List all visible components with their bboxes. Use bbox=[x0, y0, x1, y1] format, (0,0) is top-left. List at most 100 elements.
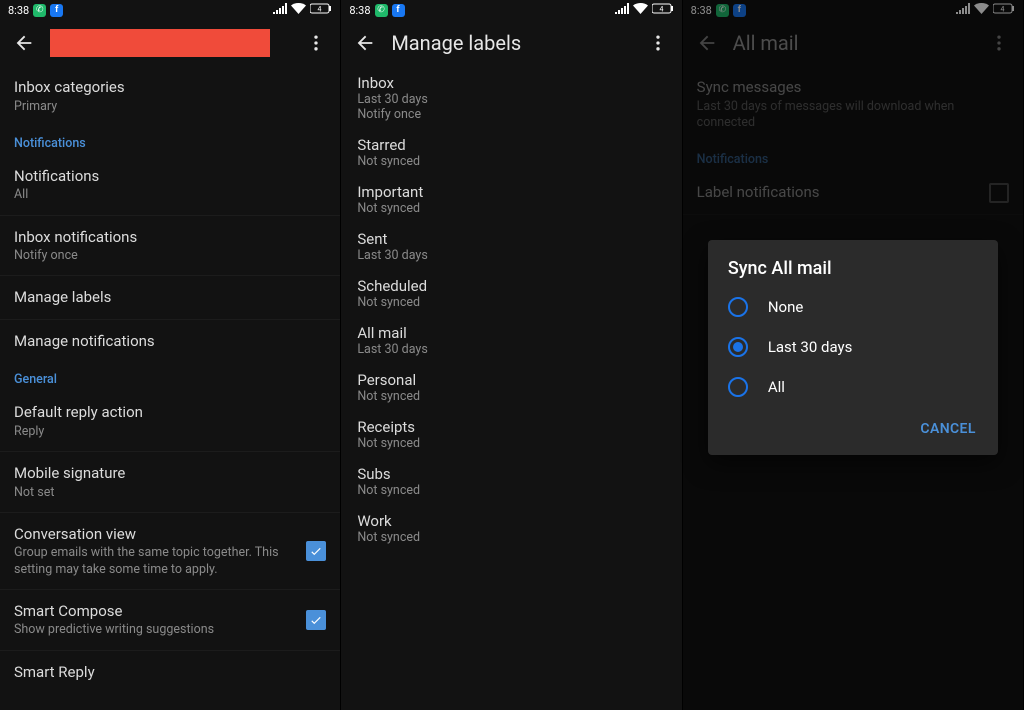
row-subtitle: Group emails with the same topic togethe… bbox=[14, 545, 298, 578]
label-name: Subs bbox=[357, 465, 665, 483]
label-name: Personal bbox=[357, 371, 665, 389]
row-title: Default reply action bbox=[14, 403, 326, 423]
label-row[interactable]: All mailLast 30 days bbox=[341, 316, 681, 363]
status-bar: 8:38 ✆ f 4 bbox=[341, 0, 681, 20]
row-smart-reply[interactable]: Smart Reply bbox=[0, 651, 340, 694]
label-name: Important bbox=[357, 183, 665, 201]
label-name: Inbox bbox=[357, 74, 665, 92]
label-row[interactable]: SubsNot synced bbox=[341, 457, 681, 504]
row-subtitle: Reply bbox=[14, 424, 326, 440]
label-row[interactable]: StarredNot synced bbox=[341, 128, 681, 175]
radio-option[interactable]: Last 30 days bbox=[708, 327, 998, 367]
label-sync-status: Not synced bbox=[357, 483, 665, 498]
label-sync-status: Not synced bbox=[357, 530, 665, 545]
row-default-reply[interactable]: Default reply action Reply bbox=[0, 391, 340, 452]
radio-label: Last 30 days bbox=[768, 338, 853, 356]
label-row[interactable]: ImportantNot synced bbox=[341, 175, 681, 222]
label-row[interactable]: ScheduledNot synced bbox=[341, 269, 681, 316]
radio-unselected-icon bbox=[728, 297, 748, 317]
checkbox-checked[interactable] bbox=[306, 610, 326, 630]
label-name: Sent bbox=[357, 230, 665, 248]
facebook-icon: f bbox=[50, 4, 63, 17]
label-row[interactable]: WorkNot synced bbox=[341, 504, 681, 551]
label-sync-status: Last 30 days bbox=[357, 342, 665, 357]
label-notify-status: Notify once bbox=[357, 107, 665, 122]
screen-all-mail: 8:38 ✆ f 4 All mail Sync messages La bbox=[683, 0, 1024, 710]
settings-list[interactable]: Inbox categories Primary Notifications N… bbox=[0, 66, 340, 710]
label-sync-status: Last 30 days bbox=[357, 92, 665, 107]
label-row[interactable]: ReceiptsNot synced bbox=[341, 410, 681, 457]
radio-option[interactable]: None bbox=[708, 287, 998, 327]
row-title: Inbox categories bbox=[14, 78, 326, 98]
back-button[interactable] bbox=[6, 25, 42, 61]
row-smart-compose[interactable]: Smart Compose Show predictive writing su… bbox=[0, 590, 340, 651]
radio-label: All bbox=[768, 378, 785, 396]
label-sync-status: Not synced bbox=[357, 295, 665, 310]
battery-icon: 4 bbox=[310, 3, 332, 17]
row-subtitle: Notify once bbox=[14, 248, 326, 264]
row-title: Mobile signature bbox=[14, 464, 326, 484]
radio-selected-icon bbox=[728, 337, 748, 357]
label-sync-status: Not synced bbox=[357, 201, 665, 216]
row-subtitle: Show predictive writing suggestions bbox=[14, 622, 298, 638]
row-inbox-notifications[interactable]: Inbox notifications Notify once bbox=[0, 216, 340, 277]
row-conversation-view[interactable]: Conversation view Group emails with the … bbox=[0, 513, 340, 590]
app-bar bbox=[0, 20, 340, 66]
svg-text:4: 4 bbox=[659, 6, 663, 14]
label-sync-status: Not synced bbox=[357, 154, 665, 169]
row-subtitle: All bbox=[14, 187, 326, 203]
label-name: Scheduled bbox=[357, 277, 665, 295]
row-notifications[interactable]: Notifications All bbox=[0, 155, 340, 216]
section-general: General bbox=[0, 362, 340, 391]
dialog-title: Sync All mail bbox=[708, 258, 998, 287]
signal-icon bbox=[273, 3, 287, 17]
dialog-scrim[interactable]: Sync All mail None Last 30 days All CANCEL bbox=[683, 0, 1023, 710]
battery-icon: 4 bbox=[652, 3, 674, 17]
overflow-menu-button[interactable] bbox=[640, 25, 676, 61]
row-subtitle: Primary bbox=[14, 99, 326, 115]
label-name: Starred bbox=[357, 136, 665, 154]
wifi-icon bbox=[633, 3, 648, 17]
label-name: Receipts bbox=[357, 418, 665, 436]
wifi-icon bbox=[291, 3, 306, 17]
row-manage-notifications[interactable]: Manage notifications bbox=[0, 320, 340, 363]
whatsapp-icon: ✆ bbox=[33, 4, 46, 17]
radio-option[interactable]: All bbox=[708, 367, 998, 407]
label-sync-status: Not synced bbox=[357, 389, 665, 404]
page-title: Manage labels bbox=[391, 31, 631, 55]
section-notifications: Notifications bbox=[0, 126, 340, 155]
label-row[interactable]: PersonalNot synced bbox=[341, 363, 681, 410]
sync-dialog: Sync All mail None Last 30 days All CANCEL bbox=[708, 240, 998, 455]
overflow-menu-button[interactable] bbox=[298, 25, 334, 61]
row-subtitle: Not set bbox=[14, 485, 326, 501]
label-name: Work bbox=[357, 512, 665, 530]
status-time: 8:38 bbox=[349, 4, 370, 17]
signal-icon bbox=[615, 3, 629, 17]
row-title: Manage notifications bbox=[14, 332, 326, 352]
labels-list[interactable]: InboxLast 30 daysNotify onceStarredNot s… bbox=[341, 66, 681, 710]
cancel-button[interactable]: CANCEL bbox=[910, 413, 985, 445]
app-bar: Manage labels bbox=[341, 20, 681, 66]
row-title: Conversation view bbox=[14, 525, 298, 545]
label-sync-status: Last 30 days bbox=[357, 248, 665, 263]
row-inbox-categories[interactable]: Inbox categories Primary bbox=[0, 66, 340, 126]
whatsapp-icon: ✆ bbox=[375, 4, 388, 17]
row-mobile-signature[interactable]: Mobile signature Not set bbox=[0, 452, 340, 513]
checkbox-checked[interactable] bbox=[306, 541, 326, 561]
row-title: Smart Reply bbox=[14, 663, 326, 683]
label-name: All mail bbox=[357, 324, 665, 342]
back-button[interactable] bbox=[347, 25, 383, 61]
svg-text:4: 4 bbox=[318, 6, 322, 14]
row-manage-labels[interactable]: Manage labels bbox=[0, 276, 340, 320]
facebook-icon: f bbox=[392, 4, 405, 17]
account-email-redacted bbox=[50, 29, 270, 57]
status-time: 8:38 bbox=[8, 4, 29, 17]
radio-label: None bbox=[768, 298, 804, 316]
row-title: Manage labels bbox=[14, 288, 326, 308]
status-bar: 8:38 ✆ f 4 bbox=[0, 0, 340, 20]
row-title: Inbox notifications bbox=[14, 228, 326, 248]
screen-manage-labels: 8:38 ✆ f 4 Manage labels InboxLast 30 da… bbox=[341, 0, 682, 710]
label-row[interactable]: SentLast 30 days bbox=[341, 222, 681, 269]
row-title: Smart Compose bbox=[14, 602, 298, 622]
label-row[interactable]: InboxLast 30 daysNotify once bbox=[341, 66, 681, 128]
